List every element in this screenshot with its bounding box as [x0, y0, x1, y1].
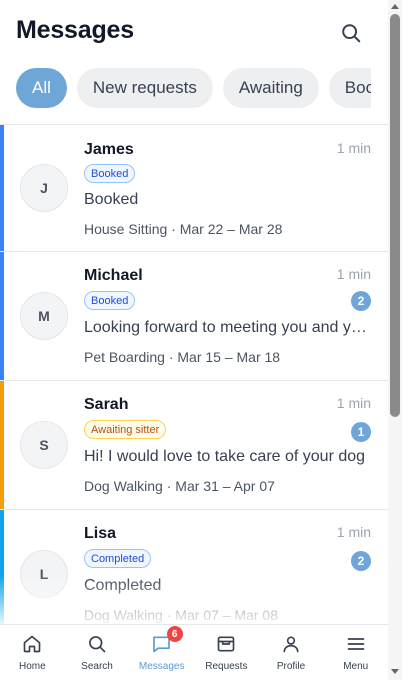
status-bar — [0, 252, 4, 380]
avatar: S — [20, 421, 68, 469]
filter-chip-awaiting[interactable]: Awaiting — [222, 68, 319, 108]
scrollbar-thumb[interactable] — [390, 14, 400, 417]
messages-screen: Messages All New requests Awaiting Booke… — [0, 0, 388, 680]
timestamp: 1 min — [336, 524, 371, 540]
nav-label: Menu — [343, 661, 369, 672]
timestamp: 1 min — [336, 395, 371, 411]
filter-chip-all[interactable]: All — [16, 68, 67, 108]
conversation-item[interactable]: S Sarah 1 min Awaiting sitter 1 Hi! I wo… — [0, 381, 388, 510]
bottom-nav: Home Search 6 Messages Requests Profile … — [0, 624, 388, 680]
timestamp: 1 min — [336, 266, 371, 282]
avatar: M — [20, 292, 68, 340]
vertical-scrollbar[interactable] — [388, 0, 402, 680]
nav-label: Search — [81, 661, 113, 672]
unread-count: 2 — [351, 291, 371, 311]
status-bar — [0, 125, 4, 251]
status-badge: Completed — [84, 549, 152, 568]
filter-bar: All New requests Awaiting Booked — [0, 68, 371, 108]
contact-name: Lisa — [84, 525, 117, 542]
page-title: Messages — [16, 16, 134, 44]
booking-meta: Pet Boarding · Mar 15 – Mar 18 — [84, 349, 281, 365]
inbox-icon — [218, 636, 235, 652]
nav-label: Requests — [205, 661, 248, 672]
status-badge: Awaiting sitter — [84, 420, 167, 439]
status-bar — [0, 381, 4, 509]
unread-count: 2 — [351, 551, 371, 571]
nav-messages[interactable]: 6 Messages — [129, 625, 194, 680]
conversation-item[interactable]: M Michael 1 min Booked 2 Looking forward… — [0, 252, 388, 381]
search-button[interactable] — [338, 20, 364, 46]
status-badge: Booked — [84, 291, 136, 310]
home-icon — [23, 635, 41, 653]
message-preview: Looking forward to meeting you and your … — [84, 319, 370, 336]
nav-profile[interactable]: Profile — [259, 625, 324, 680]
contact-name: James — [84, 141, 134, 158]
contact-name: Michael — [84, 267, 143, 284]
contact-name: Sarah — [84, 396, 129, 413]
timestamp: 1 min — [336, 140, 371, 156]
header: Messages — [0, 0, 388, 62]
filter-chip-new-requests[interactable]: New requests — [76, 68, 213, 108]
nav-search[interactable]: Search — [65, 625, 130, 680]
messages-badge: 6 — [166, 626, 183, 642]
message-preview: Booked — [84, 191, 139, 208]
booking-meta: Dog Walking · Mar 31 – Apr 07 — [84, 478, 275, 494]
booking-meta: Dog Walking · Mar 07 – Mar 08 — [84, 607, 278, 623]
booking-meta: House Sitting · Mar 22 – Mar 28 — [84, 221, 283, 237]
user-icon — [283, 636, 299, 653]
nav-requests[interactable]: Requests — [194, 625, 259, 680]
menu-icon — [347, 638, 365, 650]
unread-count: 1 — [351, 422, 371, 442]
scroll-down-arrow-icon[interactable] — [391, 669, 399, 674]
message-preview: Hi! I would love to take care of your do… — [84, 448, 366, 465]
conversation-item[interactable]: J James 1 min Booked Booked House Sittin… — [0, 125, 388, 252]
avatar: J — [20, 164, 68, 212]
search-icon — [342, 24, 361, 43]
nav-label: Home — [18, 661, 46, 672]
conversation-list: J James 1 min Booked Booked House Sittin… — [0, 124, 388, 624]
nav-label: Profile — [276, 661, 306, 672]
conversation-item[interactable]: L Lisa 1 min Completed 2 Completed Dog W… — [0, 510, 388, 624]
message-preview: Completed — [84, 577, 162, 594]
avatar: L — [20, 550, 68, 598]
status-badge: Booked — [84, 164, 136, 183]
nav-home[interactable]: Home — [0, 625, 65, 680]
scroll-up-arrow-icon[interactable] — [391, 4, 399, 9]
nav-menu[interactable]: Menu — [323, 625, 388, 680]
search-icon — [89, 636, 106, 653]
status-bar — [0, 510, 4, 624]
nav-label: Messages — [138, 661, 185, 672]
filter-chip-booked[interactable]: Booked — [328, 68, 371, 108]
